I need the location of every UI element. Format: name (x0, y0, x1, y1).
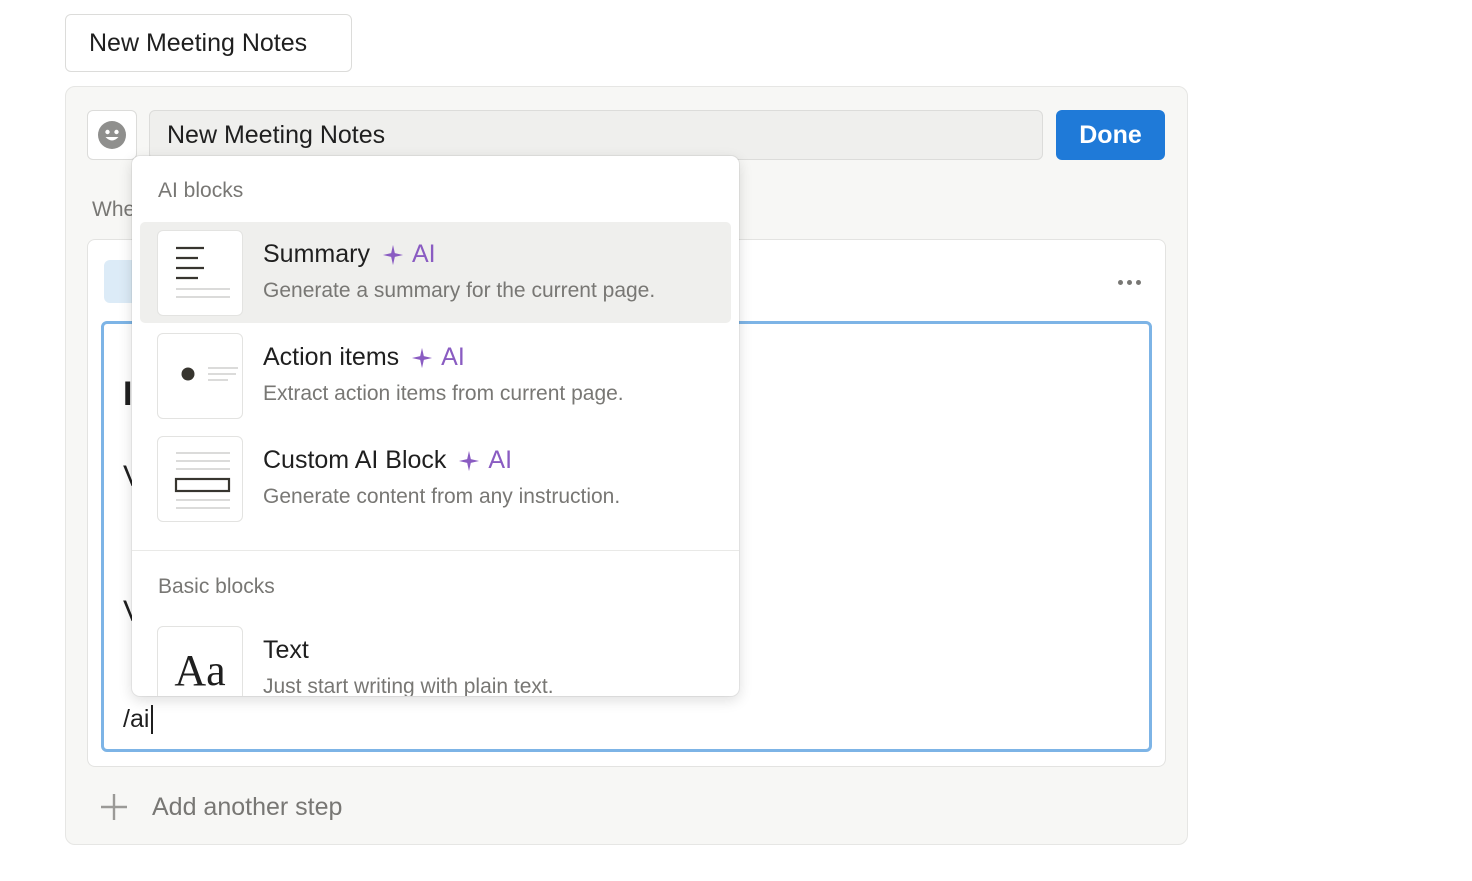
menu-item-title-row: Custom AI Block AI (263, 446, 512, 475)
sparkle-icon (459, 450, 480, 471)
menu-item-title: Custom AI Block (263, 446, 447, 474)
menu-item-title-row: Summary AI (263, 240, 436, 269)
menu-item-title-row: Action items AI (263, 343, 465, 372)
text-thumbnail-icon: Aa (157, 626, 243, 696)
ellipsis-dot (1126, 279, 1132, 285)
trigger-label: Whe (92, 198, 136, 221)
done-button[interactable]: Done (1056, 110, 1165, 160)
menu-item-summary[interactable]: Summary AI Generate a summary for the cu… (140, 222, 731, 323)
menu-item-description: Generate a summary for the current page. (263, 279, 656, 302)
ai-badge: AI (441, 343, 465, 371)
section-label-basic-blocks: Basic blocks (158, 575, 275, 598)
slash-command-menu: AI blocks Summary AI Generate a summary … (132, 156, 739, 696)
custom-ai-block-thumbnail-icon (157, 436, 243, 522)
sparkle-icon (382, 244, 404, 265)
sparkle-icon (412, 347, 433, 368)
text-caret (151, 705, 154, 734)
menu-item-title: Summary (263, 240, 370, 268)
menu-item-description: Just start writing with plain text. (263, 675, 554, 696)
text-glyph-icon: Aa (174, 645, 226, 695)
add-another-step-label: Add another step (152, 792, 343, 821)
summary-thumbnail-icon (157, 230, 243, 316)
menu-item-title: Text (263, 636, 309, 664)
button-name-input[interactable]: New Meeting Notes (149, 110, 1043, 160)
ellipsis-icon (1117, 279, 1123, 285)
custom-block-icon (174, 452, 231, 509)
menu-item-title-row: Text (263, 636, 309, 665)
menu-item-action-items[interactable]: Action items AI Extract action items fro… (140, 325, 731, 426)
ellipsis-dot (1135, 279, 1141, 285)
ai-badge: AI (488, 446, 513, 474)
add-another-step-button[interactable]: Add another step (97, 790, 342, 824)
button-name-value: New Meeting Notes (167, 120, 386, 149)
bullet-list-icon (181, 367, 238, 381)
summary-lines-icon (176, 246, 230, 298)
emoji-picker-button[interactable] (87, 110, 137, 160)
menu-divider (132, 550, 739, 551)
slash-command-text[interactable]: /ai (123, 705, 154, 734)
menu-item-custom-ai-block[interactable]: Custom AI Block AI Generate content from… (140, 428, 731, 529)
typed-command: /ai (123, 705, 150, 733)
menu-item-description: Extract action items from current page. (263, 382, 624, 405)
menu-item-text[interactable]: Aa Text Just start writing with plain te… (140, 618, 731, 696)
section-label-ai-blocks: AI blocks (158, 179, 244, 202)
done-button-label: Done (1079, 120, 1142, 149)
menu-item-title: Action items (263, 343, 400, 371)
more-options-button[interactable] (1108, 270, 1150, 294)
action-items-thumbnail-icon (157, 333, 243, 419)
template-button-label: New Meeting Notes (89, 28, 308, 57)
plus-icon (101, 794, 127, 820)
ai-badge: AI (411, 240, 436, 268)
menu-item-description: Generate content from any instruction. (263, 485, 621, 508)
smiley-face-icon (98, 121, 126, 149)
new-meeting-notes-button[interactable]: New Meeting Notes (65, 14, 352, 72)
